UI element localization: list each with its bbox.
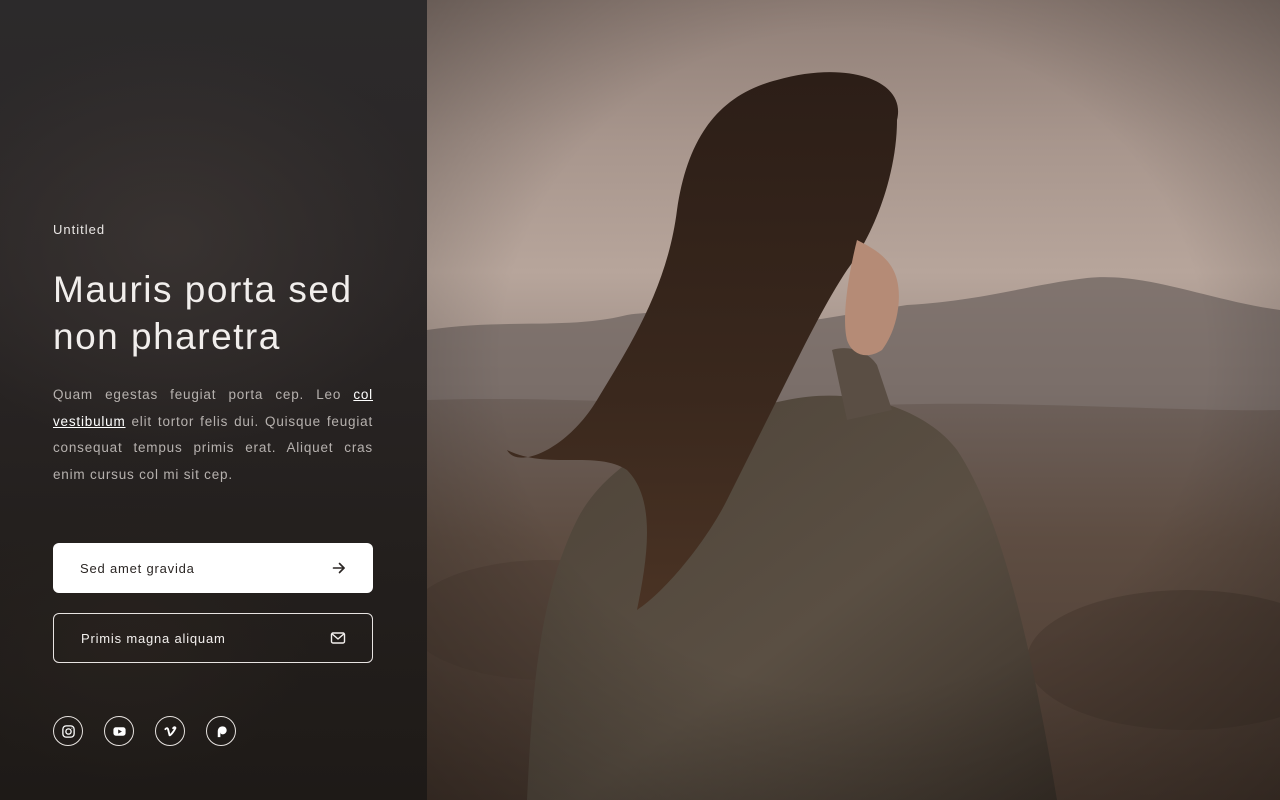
title-line-2: non pharetra	[53, 316, 281, 357]
patreon-icon	[217, 725, 227, 737]
site-name: Untitled	[53, 222, 106, 237]
envelope-icon	[330, 632, 346, 644]
page-title: Mauris porta sed non pharetra	[53, 266, 383, 360]
title-line-1: Mauris porta sed	[53, 269, 353, 310]
patreon-link[interactable]	[206, 716, 236, 746]
hero-photo	[427, 0, 1280, 800]
page: Untitled Mauris porta sed non pharetra Qu…	[0, 0, 1280, 800]
description: Quam egestas feugiat porta cep. Leo col …	[53, 382, 373, 489]
instagram-link[interactable]	[53, 716, 83, 746]
social-links	[53, 716, 236, 746]
vimeo-link[interactable]	[155, 716, 185, 746]
arrow-right-icon	[332, 562, 345, 574]
primary-button-label: Sed amet gravida	[80, 560, 195, 576]
primary-button[interactable]: Sed amet gravida	[53, 543, 373, 593]
youtube-icon	[112, 726, 126, 736]
vimeo-icon	[163, 725, 176, 736]
secondary-button-label: Primis magna aliquam	[81, 630, 226, 646]
secondary-button[interactable]: Primis magna aliquam	[53, 613, 373, 663]
description-text-start: Quam egestas feugiat porta cep. Leo	[53, 387, 354, 402]
instagram-icon	[61, 724, 75, 738]
youtube-link[interactable]	[104, 716, 134, 746]
left-panel: Untitled Mauris porta sed non pharetra Qu…	[0, 0, 427, 800]
